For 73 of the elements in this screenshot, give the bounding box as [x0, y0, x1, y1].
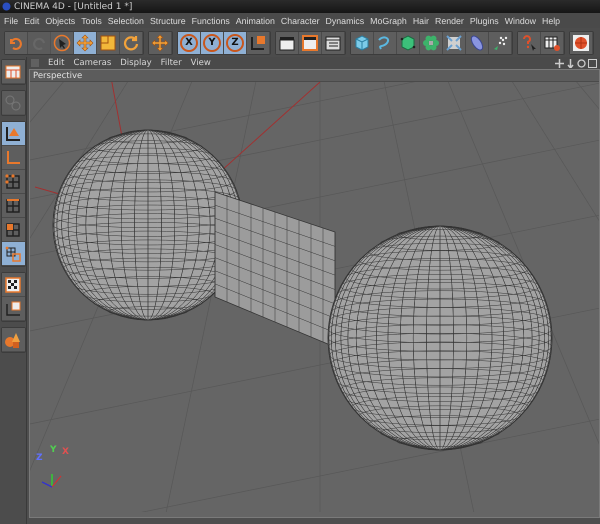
menu-item[interactable]: Tools — [81, 16, 102, 26]
points-grid-icon — [4, 172, 22, 190]
cube-icon — [353, 34, 371, 52]
axis-label: X — [62, 447, 69, 457]
maximize-icon[interactable] — [588, 58, 597, 68]
menu-item[interactable]: Functions — [192, 16, 230, 26]
toolbar-button[interactable] — [276, 32, 299, 54]
menu-item[interactable]: Display — [120, 58, 152, 68]
menu-item[interactable]: Window — [504, 16, 536, 26]
cursor-icon — [53, 34, 71, 52]
table-icon — [543, 34, 561, 52]
toolbar-button[interactable] — [97, 32, 120, 54]
axis-icon — [4, 124, 22, 142]
tool-button[interactable] — [2, 273, 24, 297]
toolbar-button[interactable] — [541, 32, 564, 54]
menu-item[interactable]: Objects — [45, 16, 76, 26]
viewport-label: Perspective — [30, 70, 599, 82]
move-icon — [151, 34, 169, 52]
menu-item[interactable]: MoGraph — [370, 16, 407, 26]
toolbar-button[interactable]: Y — [201, 32, 224, 54]
flower-icon — [422, 34, 440, 52]
polygons-grid-icon — [4, 220, 22, 238]
menu-item[interactable]: Cameras — [73, 58, 112, 68]
menu-item[interactable]: Help — [542, 16, 560, 26]
edges-grid-icon — [4, 196, 22, 214]
checker-icon — [4, 276, 22, 294]
cube-icon — [399, 34, 417, 52]
grip-icon — [31, 59, 39, 67]
coordinate-icon — [249, 34, 267, 52]
axis-label: Z — [36, 453, 43, 463]
menu-item[interactable]: Edit — [24, 16, 40, 26]
clapperboard-icon — [301, 34, 319, 52]
menu-item[interactable]: Dynamics — [326, 16, 364, 26]
scale-icon — [99, 34, 117, 52]
toolbar-button[interactable] — [443, 32, 466, 54]
toolbar-button[interactable]: Z — [224, 32, 247, 54]
layout-icon — [4, 62, 22, 80]
menu-item[interactable]: Structure — [150, 16, 186, 26]
menu-item[interactable]: View — [190, 58, 211, 68]
menu-item[interactable]: Hair — [412, 16, 429, 26]
menu-item[interactable]: Filter — [160, 58, 182, 68]
rotate-icon[interactable] — [577, 58, 586, 68]
menu-item[interactable]: Character — [280, 16, 320, 26]
tool-button[interactable] — [2, 122, 24, 146]
help-icon — [520, 34, 538, 52]
menu-item[interactable]: Render — [434, 16, 464, 26]
tool-button[interactable] — [2, 242, 24, 266]
checker-axis-icon — [4, 300, 22, 318]
arrow-icon[interactable] — [566, 58, 575, 68]
toolbar-button[interactable] — [299, 32, 322, 54]
primitives-icon — [4, 330, 22, 348]
toolbar-button[interactable] — [489, 32, 512, 54]
window-title: CINEMA 4D - [Untitled 1 *] — [14, 2, 132, 12]
menu-item[interactable]: Selection — [108, 16, 144, 26]
move-icon[interactable] — [555, 58, 564, 68]
app-logo-icon — [2, 2, 11, 11]
ellipse-icon — [468, 34, 486, 52]
menu-item[interactable]: File — [4, 16, 18, 26]
toolbar-button[interactable] — [351, 32, 374, 54]
move-icon — [76, 34, 94, 52]
axis-label: Y — [50, 445, 57, 455]
tool-button[interactable] — [2, 297, 24, 321]
toolbar-button[interactable] — [322, 32, 345, 54]
points-grid-icon — [4, 244, 22, 262]
menu-item[interactable]: Edit — [48, 58, 64, 68]
toolbar-button[interactable]: X — [178, 32, 201, 54]
axis-icon — [4, 148, 22, 166]
axis-gizmo-drawing — [42, 474, 62, 488]
menu-item[interactable]: Plugins — [470, 16, 499, 26]
menu-item[interactable]: Animation — [236, 16, 275, 26]
rotate-icon — [122, 34, 140, 52]
arrows-icon — [445, 34, 463, 52]
globe-icon — [572, 34, 590, 52]
